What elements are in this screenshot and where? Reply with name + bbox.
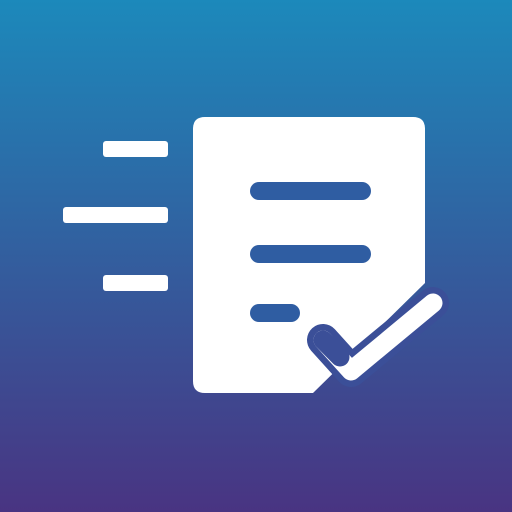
- speed-line-top: [103, 141, 168, 157]
- speed-line-middle: [63, 207, 168, 223]
- checkmark-short-stroke: [313, 330, 350, 367]
- speed-line-bottom: [103, 275, 168, 291]
- app-icon[interactable]: [0, 0, 512, 512]
- app-icon-artwork: [0, 0, 512, 512]
